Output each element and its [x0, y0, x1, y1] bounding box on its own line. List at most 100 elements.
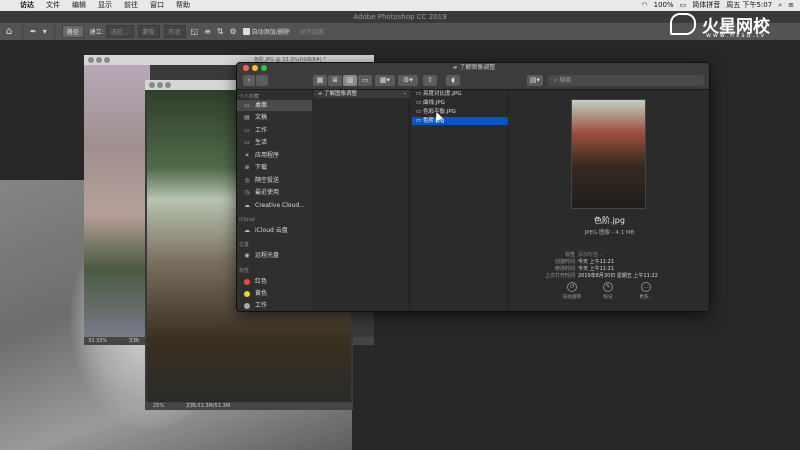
group-icon[interactable]: ▦▾: [375, 75, 395, 86]
tag-dot-icon: [244, 302, 250, 309]
menu-item-edit[interactable]: 编辑: [66, 0, 92, 11]
close-icon[interactable]: [88, 57, 94, 63]
list-view-icon[interactable]: ≣: [328, 75, 342, 86]
sidebar-item-remote-disc[interactable]: ◉ 远程光盘: [237, 250, 312, 261]
brand-site: www.hxsd.tv: [706, 32, 767, 39]
search-icon[interactable]: ⌕: [778, 0, 782, 11]
gallery-view-icon[interactable]: ▭: [358, 75, 372, 86]
preview-kind: JPEG 图像 - 4.1 MB: [584, 230, 635, 236]
folder-icon: ▰: [452, 64, 458, 71]
doc-info[interactable]: 文档:: [129, 338, 141, 344]
path-alignment-icon[interactable]: ≡: [204, 27, 211, 36]
zoom-level[interactable]: 33.33%: [88, 338, 107, 344]
column-view-icon[interactable]: ▥: [343, 75, 357, 86]
document-canvas[interactable]: [84, 65, 150, 337]
markup-button[interactable]: ✎ 标记: [593, 282, 623, 300]
pen-tool-icon[interactable]: ✒: [30, 27, 37, 36]
close-icon[interactable]: [243, 65, 249, 71]
image-file-icon: ▭: [416, 109, 423, 115]
sidebar-item-documents[interactable]: ▤ 文稿: [237, 112, 312, 123]
sidebar-label: 最近使用: [255, 189, 280, 196]
preview-toggle-icon[interactable]: ▤▾: [527, 75, 543, 86]
applications-icon: ✶: [244, 152, 250, 159]
list-item[interactable]: ▭ 曲线.JPG: [412, 99, 508, 107]
close-icon[interactable]: [149, 82, 155, 88]
home-icon[interactable]: ⌂: [0, 26, 18, 37]
divider: [53, 25, 55, 38]
menu-item-help[interactable]: 帮助: [170, 0, 196, 11]
chevron-down-icon[interactable]: ▾: [43, 27, 47, 36]
minimize-icon[interactable]: [252, 65, 258, 71]
list-item-selected[interactable]: ▭ 色阶.jpg: [412, 117, 508, 125]
path-arrangement-icon[interactable]: ⇅: [217, 27, 224, 36]
make-shape-button[interactable]: 形状: [163, 25, 186, 38]
tag-icon[interactable]: ◖: [446, 75, 460, 86]
finder-window[interactable]: ▰ 了解图像调整 ‹ › ▦ ≣ ▥ ▭ ▦▾ ⚙▾ ⇧ ◖ ▤▾ ⌕ 搜索 个…: [236, 62, 710, 312]
minimize-icon[interactable]: [157, 82, 163, 88]
sidebar-item-tag-red[interactable]: 红色: [237, 276, 312, 287]
sidebar-item-recents[interactable]: ◷ 最近使用: [237, 187, 312, 198]
preview-thumbnail[interactable]: [571, 99, 646, 209]
menu-item-file[interactable]: 文件: [40, 0, 66, 11]
battery-label[interactable]: 100%: [654, 0, 674, 11]
sidebar-item-downloads[interactable]: ⊕ 下载: [237, 162, 312, 173]
sidebar-item-tag-work[interactable]: 工作: [237, 300, 312, 311]
icon-view-icon[interactable]: ▦: [313, 75, 327, 86]
share-icon[interactable]: ⇧: [423, 75, 437, 86]
disc-icon: ◉: [244, 252, 250, 259]
back-icon[interactable]: ‹: [243, 75, 255, 86]
align-edges-button[interactable]: 对齐边缘: [296, 26, 328, 37]
make-mask-button[interactable]: 蒙版: [137, 25, 160, 38]
sidebar-label: 工作: [255, 127, 268, 134]
gear-icon[interactable]: ⚙: [230, 27, 237, 36]
search-input[interactable]: ⌕ 搜索: [548, 75, 704, 86]
notification-center-icon[interactable]: ≡: [788, 0, 794, 11]
status-area: ◠ 100% ▭ 简体拼音 周五 下午5:07 ⌕ ≡: [642, 0, 795, 11]
list-item[interactable]: ▭ 色彩平衡.JPG: [412, 108, 508, 116]
menu-item-go[interactable]: 前往: [118, 0, 144, 11]
meta-key: 修改时间: [554, 266, 575, 272]
menu-item-window[interactable]: 窗口: [144, 0, 170, 11]
battery-icon[interactable]: ▭: [680, 0, 687, 11]
menu-item-finder[interactable]: 访达: [14, 0, 40, 11]
clock-label[interactable]: 周五 下午5:07: [726, 0, 772, 11]
sidebar-item-applications[interactable]: ✶ 应用程序: [237, 150, 312, 161]
sidebar-item-creative-cloud[interactable]: ☁ Creative Cloud...: [237, 200, 312, 211]
recents-icon: ◷: [244, 189, 250, 196]
zoom-level[interactable]: 25%: [153, 403, 164, 409]
image-file-icon: ▭: [416, 118, 423, 124]
wifi-icon[interactable]: ◠: [642, 0, 648, 11]
sidebar-item-work[interactable]: ▭ 工作: [237, 125, 312, 136]
more-button[interactable]: … 更多...: [631, 282, 661, 300]
sidebar-item-life[interactable]: ▭ 生活: [237, 137, 312, 148]
sidebar-item-desktop[interactable]: ▭ 桌面: [237, 100, 312, 111]
auto-add-delete-checkbox[interactable]: [242, 28, 250, 35]
zoom-icon[interactable]: [165, 82, 171, 88]
rotate-left-button[interactable]: ↺ 向左旋转: [557, 282, 587, 300]
minimize-icon[interactable]: [96, 57, 102, 63]
sidebar-label: iCloud 云盘: [255, 227, 288, 234]
zoom-icon[interactable]: [104, 57, 110, 63]
make-selection-button[interactable]: 选区...: [105, 25, 134, 38]
path-mode-select[interactable]: 路径: [61, 25, 84, 38]
column-2: ▭ 亮度对比度.JPG ▭ 曲线.JPG ▭ 色彩平衡.JPG ▭ 色阶.jpg: [410, 90, 508, 311]
sidebar-item-icloud-drive[interactable]: ☁ iCloud 云盘: [237, 225, 312, 236]
list-item[interactable]: ▰ 了解图像调整 ›: [314, 90, 410, 98]
doc-info[interactable]: 文档:51.3M/51.3M: [186, 403, 230, 409]
path-operations-icon[interactable]: ◱: [191, 27, 199, 36]
sidebar-label: 工作: [255, 302, 268, 309]
gear-icon[interactable]: ⚙▾: [398, 75, 418, 86]
forward-icon[interactable]: ›: [256, 75, 268, 86]
sidebar-item-tag-yellow[interactable]: 黄色: [237, 288, 312, 299]
divider: [22, 25, 23, 38]
list-item[interactable]: ▭ 亮度对比度.JPG: [412, 90, 508, 98]
finder-titlebar[interactable]: ▰ 了解图像调整: [237, 63, 709, 73]
input-method-label[interactable]: 简体拼音: [692, 0, 720, 11]
icloud-header: iCloud: [239, 217, 255, 223]
sidebar-item-airdrop[interactable]: ◎ 隔空投送: [237, 175, 312, 186]
sidebar-label: 下载: [255, 164, 268, 171]
list-item-label: 了解图像调整: [323, 91, 357, 97]
menu-item-view[interactable]: 显示: [92, 0, 118, 11]
zoom-icon[interactable]: [261, 65, 267, 71]
cloud-icon: ☁: [244, 227, 250, 234]
